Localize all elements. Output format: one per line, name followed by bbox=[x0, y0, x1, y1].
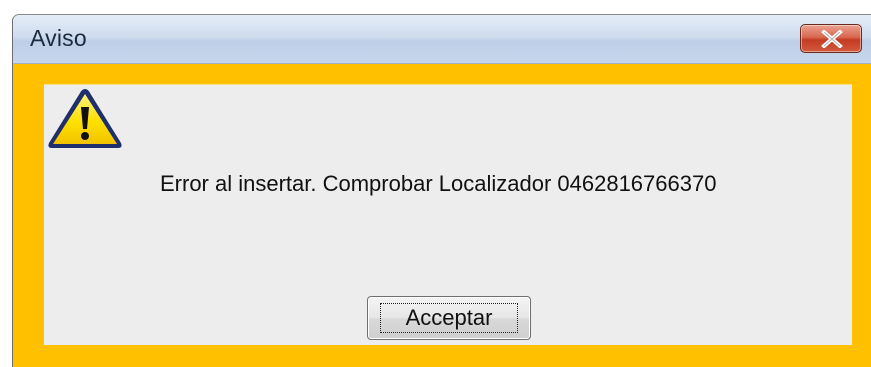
window-title: Aviso bbox=[30, 25, 87, 51]
error-message: Error al insertar. Comprobar Localizador… bbox=[160, 171, 717, 196]
accept-button[interactable]: Acceptar bbox=[367, 296, 531, 340]
dialog-frame: Error al insertar. Comprobar Localizador… bbox=[13, 64, 871, 367]
accept-button-label: Acceptar bbox=[405, 305, 493, 330]
dialog-window: Aviso Error al insertar. Comprobar Local… bbox=[12, 14, 871, 367]
warning-icon bbox=[48, 89, 122, 148]
close-button[interactable] bbox=[800, 24, 862, 53]
title-bar[interactable]: Aviso bbox=[13, 15, 871, 64]
close-x-icon bbox=[821, 30, 843, 48]
dialog-content: Error al insertar. Comprobar Localizador… bbox=[44, 84, 852, 345]
